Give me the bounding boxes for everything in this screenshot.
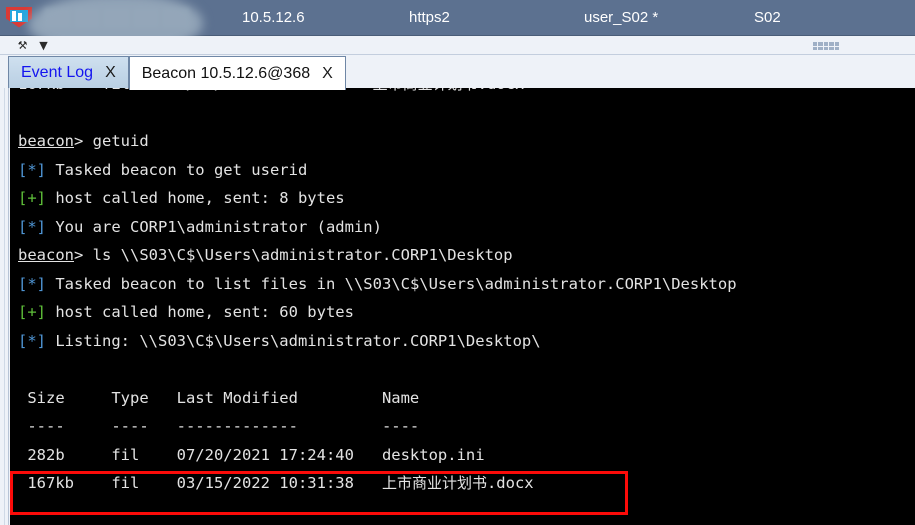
console-line: [*] Listing: \\S03\C$\Users\administrato… [18, 331, 541, 350]
console-line: ---- ---- ------------- ---- [18, 417, 420, 435]
console-line: [*] Tasked beacon to get userid [18, 160, 308, 179]
tab-event-log-label: Event Log [21, 64, 94, 81]
console-line: beacon> getuid [18, 132, 149, 150]
window-header-bar: 10.5.12.6 https2 user_S02 * S02 [0, 0, 915, 52]
tab-beacon-label: Beacon 10.5.12.6@368 [141, 64, 311, 82]
console-line: [*] You are CORP1\administrator (admin) [18, 217, 382, 236]
beacon-prompt: beacon [18, 132, 74, 150]
status-tag: [+] [18, 303, 46, 321]
filter-icon[interactable]: ▼ [37, 40, 50, 52]
connect-icon[interactable]: ⚒ [16, 40, 29, 52]
beacon-console-panel: 167kb fil 03/15/2022 10:31:38 上市商业计划书.do… [0, 88, 915, 525]
console-line: [*] Tasked beacon to list files in \\S03… [18, 274, 737, 293]
tab-event-log[interactable]: Event Log X [8, 56, 129, 89]
beacon-console-output[interactable]: 167kb fil 03/15/2022 10:31:38 上市商业计划书.do… [10, 88, 915, 525]
beacon-prompt: beacon [18, 246, 74, 264]
console-line: Size Type Last Modified Name [18, 388, 420, 407]
header-col-computer: S02 [754, 9, 781, 26]
toolbar: ⚒ ▼ [0, 36, 915, 55]
console-lines: 167kb fil 03/15/2022 10:31:38 上市商业计划书.do… [10, 88, 915, 498]
console-line: 282b fil 07/20/2021 17:24:40 desktop.ini [18, 445, 485, 464]
tab-event-log-close-icon[interactable]: X [105, 64, 116, 82]
drag-grip[interactable] [813, 42, 839, 50]
connect-icon-glyph: ⚒ [17, 39, 28, 52]
header-col-listener: https2 [409, 9, 450, 26]
status-tag: [+] [18, 189, 46, 207]
status-tag: [*] [18, 160, 46, 179]
console-line: [+] host called home, sent: 60 bytes [18, 303, 354, 321]
status-tag: [*] [18, 217, 46, 236]
console-line: [+] host called home, sent: 8 bytes [18, 189, 345, 207]
header-col-user: user_S02 * [584, 9, 659, 26]
console-left-rail [0, 88, 9, 525]
status-tag: [*] [18, 274, 46, 293]
cobalt-strike-window: 10.5.12.6 https2 user_S02 * S02 ⚒ ▼ Even… [0, 0, 915, 525]
tab-beacon[interactable]: Beacon 10.5.12.6@368 X [128, 56, 346, 90]
filter-icon-glyph: ▼ [39, 39, 48, 52]
status-tag: [*] [18, 331, 46, 350]
tab-beacon-close-icon[interactable]: X [322, 65, 333, 83]
header-col-host: 10.5.12.6 [242, 9, 305, 26]
console-line: 167kb fil 03/15/2022 10:31:38 上市商业计划书.do… [18, 474, 534, 492]
console-line: beacon> ls \\S03\C$\Users\administrator.… [18, 246, 513, 264]
tab-bar: Event Log X Beacon 10.5.12.6@368 X [0, 55, 915, 90]
